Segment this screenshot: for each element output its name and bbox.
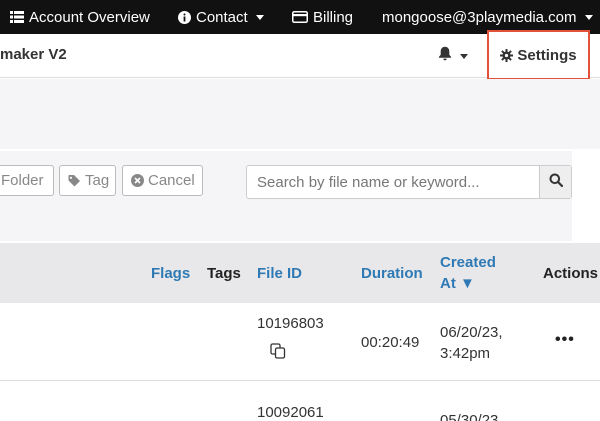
duration-cell: 00:20:49: [361, 334, 420, 351]
table-row[interactable]: 10196803 00:20:49 06/20/23, 3:42pm •••: [0, 303, 600, 381]
created-at-time: 3:42pm: [440, 345, 491, 362]
account-overview-label: Account Overview: [29, 8, 150, 26]
search-icon: [549, 173, 563, 192]
page-title: maker V2: [0, 46, 67, 63]
chevron-down-icon: [460, 53, 468, 59]
row-actions-menu[interactable]: •••: [555, 331, 575, 349]
column-header-actions: Actions: [543, 265, 599, 282]
info-circle-icon: [178, 10, 191, 24]
column-header-created-at-sort[interactable]: At ▼: [440, 274, 475, 294]
settings-button[interactable]: Settings: [487, 30, 590, 80]
bell-icon: [438, 46, 452, 66]
file-id-cell: 10196803: [257, 315, 324, 332]
column-header-duration[interactable]: Duration: [361, 264, 423, 284]
tag-button[interactable]: Tag: [59, 165, 116, 196]
file-id-cell: 10092061: [257, 404, 324, 421]
move-to-folder-button[interactable]: Folder: [0, 165, 54, 196]
account-overview-link[interactable]: Account Overview: [10, 0, 150, 34]
chevron-down-icon: [255, 14, 264, 20]
contact-label: Contact: [196, 8, 248, 26]
cancel-button-label: Cancel: [148, 172, 195, 189]
chevron-down-icon: [584, 14, 593, 20]
search-box: [246, 165, 572, 199]
list-icon: [10, 11, 24, 23]
created-at-cell: 05/30/23,: [440, 412, 503, 421]
table-row[interactable]: 10092061 05/30/23,: [0, 382, 600, 421]
gear-icon: [500, 48, 514, 62]
copy-icon[interactable]: [270, 343, 286, 364]
created-at-cell: 06/20/23,: [440, 324, 503, 341]
contact-dropdown[interactable]: Contact: [178, 0, 264, 34]
tag-icon: [68, 174, 81, 187]
page-banner: [0, 79, 600, 149]
billing-link[interactable]: Billing: [292, 0, 353, 34]
column-header-flags[interactable]: Flags: [151, 264, 190, 284]
column-header-file-id[interactable]: File ID: [257, 264, 302, 284]
tag-button-label: Tag: [85, 172, 110, 189]
close-circle-icon: [131, 174, 144, 187]
settings-label: Settings: [517, 46, 577, 64]
table-header: Flags Tags File ID Duration Created At ▼…: [0, 243, 600, 303]
notifications-dropdown[interactable]: [438, 46, 468, 66]
folder-button-label: Folder: [1, 172, 44, 189]
user-menu-dropdown[interactable]: mongoose@3playmedia.com: [382, 0, 593, 34]
credit-card-icon: [292, 11, 308, 23]
cancel-button[interactable]: Cancel: [122, 165, 203, 196]
column-header-tags: Tags: [207, 265, 241, 282]
top-navbar: Account Overview Contact Billing mongoos…: [0, 0, 600, 34]
billing-label: Billing: [313, 8, 354, 26]
column-header-created-at[interactable]: Created: [440, 253, 496, 273]
search-input[interactable]: [247, 166, 541, 198]
user-email: mongoose@3playmedia.com: [382, 8, 577, 26]
search-button[interactable]: [539, 166, 571, 198]
file-toolbar: Folder Tag Cancel: [0, 151, 572, 241]
